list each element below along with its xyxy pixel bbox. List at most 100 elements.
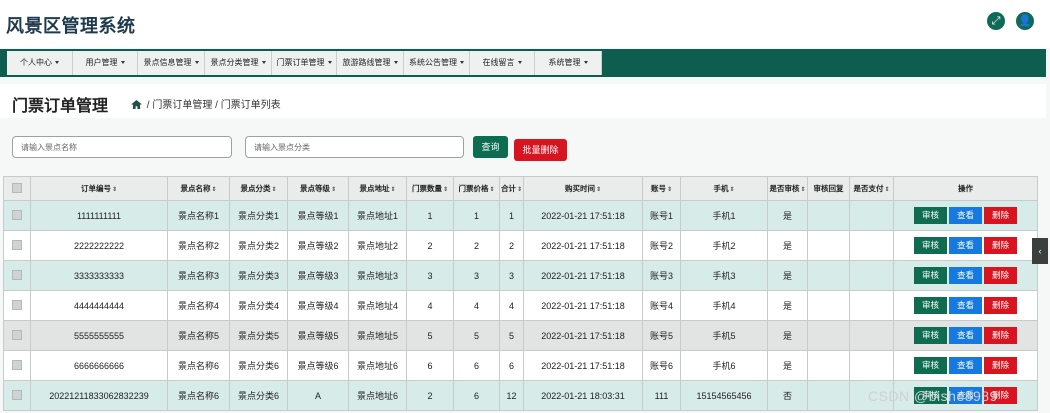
nav-item-users[interactable]: 用户管理 xyxy=(73,51,138,75)
checkbox[interactable] xyxy=(12,359,22,370)
table-cell: 5 xyxy=(453,320,500,351)
table-cell: 2 xyxy=(406,230,454,261)
table-cell: 景点等级5 xyxy=(287,320,349,351)
nav-item-spot-category[interactable]: 景点分类管理 xyxy=(205,51,272,75)
nav-item-system[interactable]: 系统管理 xyxy=(535,51,602,75)
row-checkbox-cell[interactable] xyxy=(3,200,31,231)
delete-button[interactable]: 删除 xyxy=(984,267,1017,284)
breadcrumb-separator: / xyxy=(215,100,218,111)
sort-icon: ⇕ xyxy=(800,187,806,193)
home-icon[interactable] xyxy=(131,100,142,109)
table-row: 3333333333 景点名称3 景点分类3 景点等级3 景点地址3 3 3 3 2022-01… xyxy=(3,260,1038,291)
col-header[interactable]: 是否审核⇕ xyxy=(767,176,808,201)
view-button[interactable]: 查看 xyxy=(949,297,982,314)
col-header[interactable]: 是否支付⇕ xyxy=(849,176,894,201)
nav-item-ticket-orders[interactable]: 门票订单管理 xyxy=(272,51,337,75)
col-header: 审核回复 xyxy=(807,176,850,201)
select-all-checkbox[interactable] xyxy=(3,176,31,201)
sort-icon: ⇕ xyxy=(211,187,217,193)
row-checkbox-cell[interactable] xyxy=(3,380,31,411)
table-cell: 是 xyxy=(767,290,808,321)
table-cell: 2 xyxy=(499,230,524,261)
table-cell: 2022-01-21 17:51:18 xyxy=(523,350,643,381)
table-cell: 2022-01-21 17:51:18 xyxy=(523,260,643,291)
fullscreen-icon[interactable]: ⤢ xyxy=(987,12,1005,30)
nav-item-routes[interactable]: 旅游路线管理 xyxy=(337,51,404,75)
review-button[interactable]: 审核 xyxy=(914,297,947,314)
col-header-label: 合计 xyxy=(500,184,516,193)
col-header[interactable]: 景点名称⇕ xyxy=(167,176,230,201)
checkbox[interactable] xyxy=(12,269,22,280)
side-collapse-tab[interactable]: ‹ xyxy=(1032,238,1048,264)
table-cell: 4 xyxy=(406,290,454,321)
table-cell: A xyxy=(287,380,349,411)
review-button[interactable]: 审核 xyxy=(914,357,947,374)
delete-button[interactable]: 删除 xyxy=(984,327,1017,344)
review-button[interactable]: 审核 xyxy=(914,207,947,224)
row-checkbox-cell[interactable] xyxy=(3,290,31,321)
actions-cell: 审核 查看 删除 xyxy=(893,320,1038,351)
col-header[interactable]: 景点地址⇕ xyxy=(348,176,407,201)
view-button[interactable]: 查看 xyxy=(949,237,982,254)
col-header[interactable]: 合计⇕ xyxy=(499,176,524,201)
checkbox[interactable] xyxy=(12,299,22,310)
nav-item-notices[interactable]: 系统公告管理 xyxy=(404,51,470,75)
review-button[interactable]: 审核 xyxy=(914,267,947,284)
top-header: 风景区管理系统 ⤢ 👤 xyxy=(0,0,1050,48)
query-button[interactable]: 查询 xyxy=(473,136,508,158)
table-row: 6666666666 景点名称6 景点分类6 景点等级6 景点地址6 6 6 6 2022-01… xyxy=(3,350,1038,381)
view-button[interactable]: 查看 xyxy=(949,327,982,344)
view-button[interactable]: 查看 xyxy=(949,207,982,224)
table-cell: 景点等级1 xyxy=(287,200,349,231)
col-header-label: 手机 xyxy=(713,184,729,193)
checkbox[interactable] xyxy=(12,329,22,340)
row-checkbox-cell[interactable] xyxy=(3,350,31,381)
table-cell: 5 xyxy=(406,320,454,351)
review-button[interactable]: 审核 xyxy=(914,237,947,254)
table-cell xyxy=(849,200,894,231)
chevron-down-icon xyxy=(261,61,266,65)
spot-name-input[interactable]: 请输入景点名称 xyxy=(12,136,232,158)
table-cell: 6 xyxy=(453,350,500,381)
col-header[interactable]: 门票数量⇕ xyxy=(406,176,454,201)
table-cell: 1 xyxy=(499,200,524,231)
table-cell xyxy=(807,380,850,411)
delete-button[interactable]: 删除 xyxy=(984,357,1017,374)
spot-category-input[interactable]: 请输入景点分类 xyxy=(245,136,464,158)
col-header-label: 景点分类 xyxy=(240,184,271,193)
nav-item-profile[interactable]: 个人中心 xyxy=(7,51,73,75)
nav-item-spot-info[interactable]: 景点信息管理 xyxy=(138,51,205,75)
checkbox[interactable] xyxy=(12,239,22,250)
row-checkbox-cell[interactable] xyxy=(3,230,31,261)
checkbox[interactable] xyxy=(12,209,22,220)
table-cell: 手机5 xyxy=(680,320,768,351)
checkbox[interactable] xyxy=(12,182,22,193)
breadcrumb-item-orders[interactable]: 门票订单管理 xyxy=(152,100,212,111)
checkbox[interactable] xyxy=(12,389,22,400)
view-button[interactable]: 查看 xyxy=(949,357,982,374)
table-row: 5555555555 景点名称5 景点分类5 景点等级5 景点地址5 5 5 5 2022-01… xyxy=(3,320,1038,351)
nav-item-messages[interactable]: 在线留言 xyxy=(470,51,535,75)
user-icon[interactable]: 👤 xyxy=(1016,12,1034,30)
view-button[interactable]: 查看 xyxy=(949,267,982,284)
sort-icon: ⇕ xyxy=(442,187,449,193)
table-cell: 1 xyxy=(406,200,454,231)
col-header[interactable]: 订单编号⇕ xyxy=(30,176,168,201)
delete-button[interactable]: 删除 xyxy=(984,297,1017,314)
delete-button[interactable]: 删除 xyxy=(984,237,1017,254)
col-header[interactable]: 景点等级⇕ xyxy=(287,176,349,201)
table-cell: 手机1 xyxy=(680,200,768,231)
col-header[interactable]: 账号⇕ xyxy=(642,176,681,201)
review-button[interactable]: 审核 xyxy=(914,327,947,344)
batch-delete-button[interactable]: 批量删除 xyxy=(514,139,567,161)
col-header-label: 景点等级 xyxy=(299,184,330,193)
table-cell: 景点名称2 xyxy=(167,230,230,261)
col-header[interactable]: 手机⇕ xyxy=(680,176,768,201)
col-header[interactable]: 购买时间⇕ xyxy=(523,176,643,201)
delete-button[interactable]: 删除 xyxy=(984,207,1017,224)
row-checkbox-cell[interactable] xyxy=(3,260,31,291)
chevron-down-icon xyxy=(517,61,522,65)
col-header[interactable]: 景点分类⇕ xyxy=(229,176,288,201)
col-header[interactable]: 门票价格⇕ xyxy=(453,176,500,201)
row-checkbox-cell[interactable] xyxy=(3,320,31,351)
